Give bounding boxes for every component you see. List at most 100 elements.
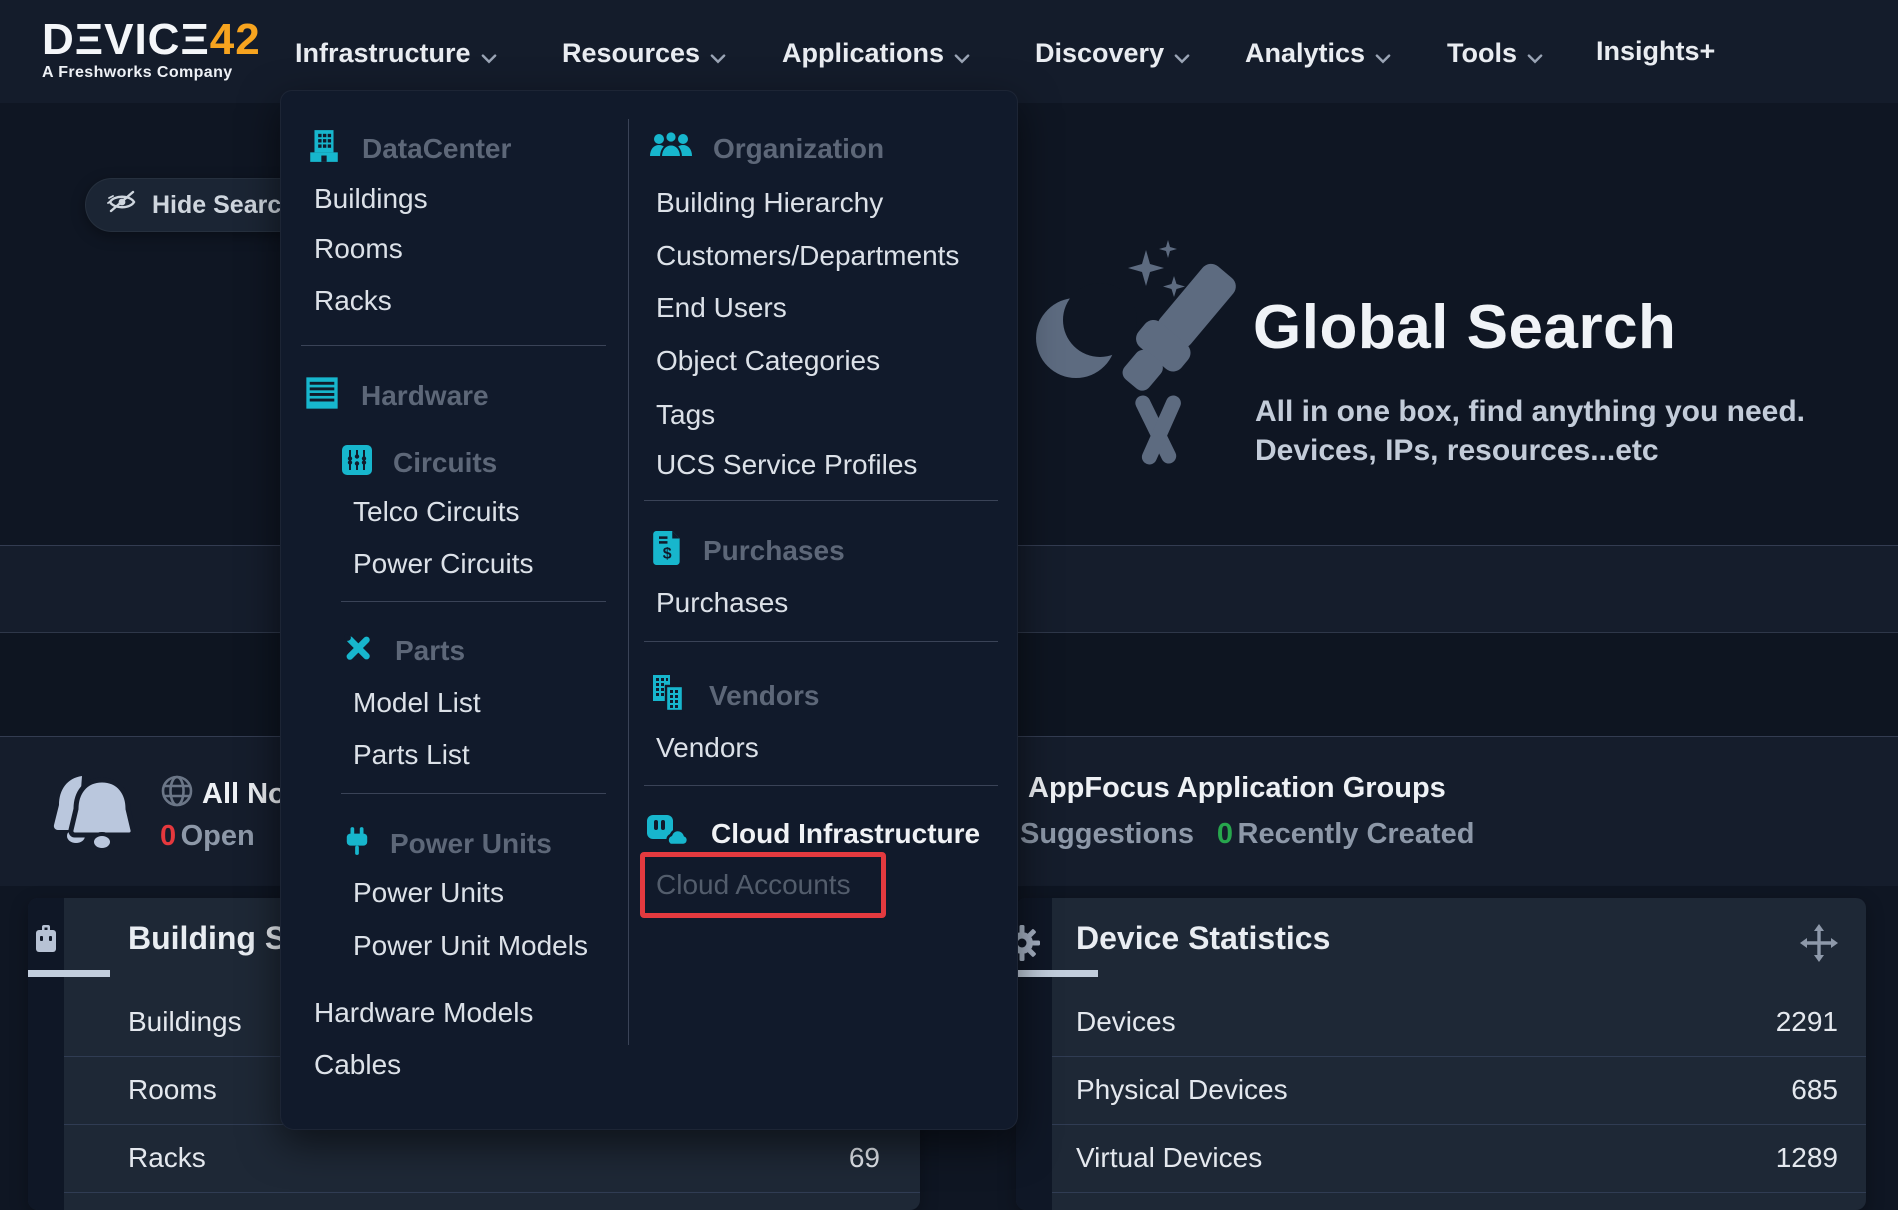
menu-item-cloud-accounts[interactable]: Cloud Accounts xyxy=(656,868,851,902)
menu-item-telco-circuits[interactable]: Telco Circuits xyxy=(353,495,519,529)
menu-item-ucs-service-profiles[interactable]: UCS Service Profiles xyxy=(656,448,917,482)
nav-resources[interactable]: Resources xyxy=(562,36,726,71)
row-label: Physical Devices xyxy=(1076,1074,1288,1106)
menu-item-parts-list[interactable]: Parts List xyxy=(353,738,470,772)
menu-divider xyxy=(341,793,606,794)
globe-icon xyxy=(160,774,194,813)
chevron-down-icon xyxy=(1174,40,1190,71)
menu-divider xyxy=(301,345,606,346)
open-count-label: Open xyxy=(181,820,255,852)
section-header-cloud-infrastructure: Cloud Infrastructure xyxy=(645,814,980,854)
menu-item-object-categories[interactable]: Object Categories xyxy=(656,344,880,378)
nav-insights-plus[interactable]: Insights+ xyxy=(1596,36,1715,67)
menu-item-cables[interactable]: Cables xyxy=(314,1048,401,1082)
organization-people-icon xyxy=(649,130,693,169)
menu-item-customers-departments[interactable]: Customers/Departments xyxy=(656,239,959,273)
chevron-down-icon xyxy=(710,40,726,71)
svg-text:$: $ xyxy=(663,545,672,562)
circuits-icon xyxy=(341,444,373,483)
table-row-devices[interactable]: Devices 2291 xyxy=(1052,988,1866,1057)
section-label: DataCenter xyxy=(362,133,511,165)
open-count-value: 0 xyxy=(160,820,176,852)
nav-label: Tools xyxy=(1447,38,1517,69)
menu-item-end-users[interactable]: End Users xyxy=(656,291,787,325)
menu-item-power-units[interactable]: Power Units xyxy=(353,876,504,910)
widget-side-strip xyxy=(28,898,64,1210)
menu-item-buildings[interactable]: Buildings xyxy=(314,182,428,216)
row-label: Virtual Devices xyxy=(1076,1142,1262,1174)
menu-item-tags[interactable]: Tags xyxy=(656,398,715,432)
hide-search-label: Hide Search xyxy=(152,191,297,220)
tools-icon xyxy=(341,631,375,672)
nav-label: Applications xyxy=(782,38,944,69)
menu-item-purchases[interactable]: Purchases xyxy=(656,586,788,620)
section-header-organization: Organization xyxy=(649,129,884,169)
section-label: Power Units xyxy=(390,828,552,860)
appfocus-title[interactable]: AppFocus Application Groups xyxy=(1028,772,1446,805)
section-label: Parts xyxy=(395,635,465,667)
row-label: Rooms xyxy=(128,1074,217,1106)
column-divider xyxy=(628,119,629,1045)
notifications-bell-icon[interactable] xyxy=(40,758,150,873)
infrastructure-dropdown-menu: DataCenter Buildings Rooms Racks Hardwar… xyxy=(280,90,1018,1130)
device-statistics-widget: Device Statistics Devices 2291 Physical … xyxy=(1016,898,1866,1210)
menu-item-power-circuits[interactable]: Power Circuits xyxy=(353,547,533,581)
nav-label: Infrastructure xyxy=(295,38,471,69)
row-label: Racks xyxy=(128,1142,206,1174)
telescope-icon xyxy=(1028,238,1278,493)
row-value: 69 xyxy=(849,1142,880,1174)
section-label: Purchases xyxy=(703,535,845,567)
notifications-open-count[interactable]: 0 Open xyxy=(160,820,255,853)
nav-label: Insights+ xyxy=(1596,36,1715,67)
nav-label: Analytics xyxy=(1245,38,1365,69)
row-label: Devices xyxy=(1076,1006,1176,1038)
move-widget-icon[interactable] xyxy=(1800,924,1838,967)
nav-discovery[interactable]: Discovery xyxy=(1035,36,1190,71)
vendors-buildings-icon xyxy=(649,673,689,720)
section-label: Vendors xyxy=(709,680,819,712)
subtitle-line1: All in one box, find anything you need. xyxy=(1255,392,1805,431)
table-row-physical-devices[interactable]: Physical Devices 685 xyxy=(1052,1056,1866,1125)
widget-title: Device Statistics xyxy=(1076,920,1330,957)
recently-created-count: 0 xyxy=(1217,818,1233,850)
row-label: Buildings xyxy=(128,1006,242,1038)
power-plug-icon xyxy=(344,825,370,864)
menu-item-power-unit-models[interactable]: Power Unit Models xyxy=(353,929,588,963)
hardware-server-icon xyxy=(303,374,341,419)
nav-analytics[interactable]: Analytics xyxy=(1245,36,1391,71)
menu-item-hardware-models[interactable]: Hardware Models xyxy=(314,996,533,1030)
row-value: 1289 xyxy=(1776,1142,1838,1174)
recently-created-label[interactable]: Recently Created xyxy=(1238,818,1475,850)
suggestions-label[interactable]: Suggestions xyxy=(1020,818,1194,850)
subtitle-line2: Devices, IPs, resources...etc xyxy=(1255,431,1805,470)
chevron-down-icon xyxy=(954,40,970,71)
logo-42: 42 xyxy=(210,15,261,64)
device42-logo[interactable]: DΞVICΞ42 A Freshworks Company xyxy=(42,18,261,82)
cloud-server-icon xyxy=(645,813,691,856)
section-label: Organization xyxy=(713,133,884,165)
section-header-hardware: Hardware xyxy=(303,376,489,416)
nav-label: Discovery xyxy=(1035,38,1164,69)
menu-divider xyxy=(341,601,606,602)
widget-title-underline xyxy=(1016,970,1098,977)
purchase-invoice-icon: $ xyxy=(653,530,683,573)
section-label: Circuits xyxy=(393,447,497,479)
menu-item-vendors[interactable]: Vendors xyxy=(656,731,759,765)
nav-applications[interactable]: Applications xyxy=(782,36,970,71)
menu-item-model-list[interactable]: Model List xyxy=(353,686,481,720)
table-row-virtual-devices[interactable]: Virtual Devices 1289 xyxy=(1052,1124,1866,1193)
menu-item-building-hierarchy[interactable]: Building Hierarchy xyxy=(656,186,883,220)
top-navbar: DΞVICΞ42 A Freshworks Company Infrastruc… xyxy=(0,0,1898,103)
menu-divider xyxy=(644,500,998,501)
table-row-racks[interactable]: Racks 69 xyxy=(64,1124,920,1193)
menu-item-rooms[interactable]: Rooms xyxy=(314,232,403,266)
chevron-down-icon xyxy=(1527,40,1543,71)
global-search-title: Global Search xyxy=(1253,292,1676,363)
section-label: Hardware xyxy=(361,380,489,412)
nav-tools[interactable]: Tools xyxy=(1447,36,1543,71)
subsection-header-power-units: Power Units xyxy=(344,824,552,864)
menu-item-racks[interactable]: Racks xyxy=(314,284,392,318)
menu-divider xyxy=(644,641,998,642)
section-header-purchases: $ Purchases xyxy=(653,531,845,571)
nav-infrastructure[interactable]: Infrastructure xyxy=(295,36,497,71)
